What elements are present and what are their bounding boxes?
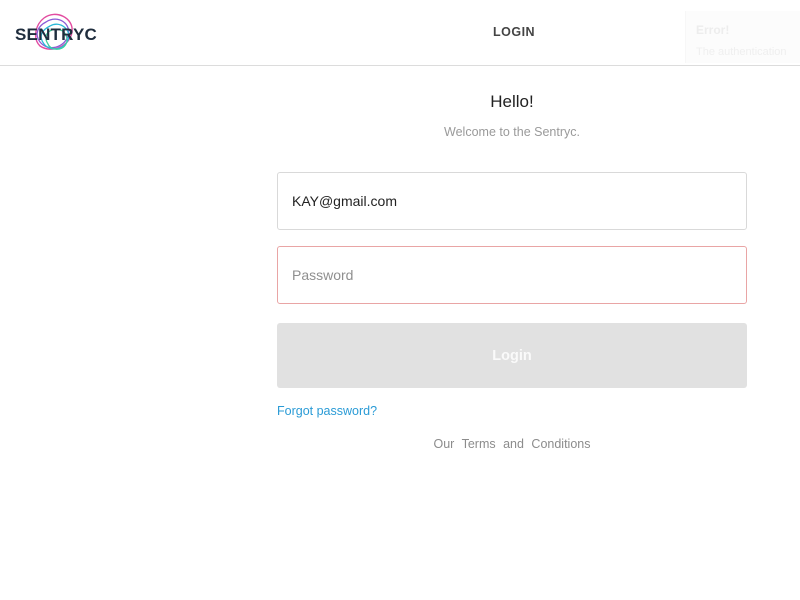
terms-and-conditions-link[interactable]: Our Terms and Conditions	[277, 437, 747, 451]
welcome-text: Welcome to the Sentryc.	[444, 125, 580, 139]
sentryc-logo[interactable]: SENTRYC	[14, 12, 98, 54]
forgot-password-link[interactable]: Forgot password?	[277, 404, 377, 418]
brand-name: SENTRYC	[15, 25, 98, 44]
top-navigation-bar: SENTRYC LOGIN Error! The authentication	[0, 0, 800, 66]
login-button[interactable]: Login	[277, 323, 747, 388]
toast-message: The authentication	[696, 46, 787, 58]
password-field[interactable]	[277, 246, 747, 304]
toast-title: Error!	[696, 23, 730, 37]
greeting-heading: Hello!	[490, 92, 534, 111]
error-toast: Error! The authentication	[685, 11, 800, 63]
nav-login-link[interactable]: LOGIN	[493, 25, 535, 39]
email-field[interactable]	[277, 172, 747, 230]
